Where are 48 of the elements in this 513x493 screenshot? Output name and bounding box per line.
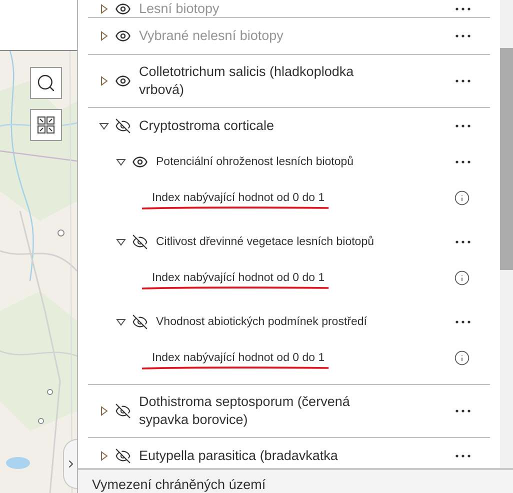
layer-title: Citlivost dřevinné vegetace lesních biotopů xyxy=(156,234,374,250)
more-options-icon[interactable] xyxy=(455,454,471,458)
caret-down-icon[interactable] xyxy=(116,237,126,247)
layer-title: Lesní biotopy xyxy=(139,0,220,18)
eye-off-icon[interactable] xyxy=(132,234,148,250)
caret-right-icon[interactable] xyxy=(99,451,109,461)
caret-right-icon[interactable] xyxy=(99,406,109,416)
info-icon[interactable] xyxy=(454,270,470,286)
more-options-icon[interactable] xyxy=(455,160,471,164)
caret-down-icon[interactable] xyxy=(99,121,109,131)
layer-title: Cryptostroma corticale xyxy=(139,117,274,135)
legend-label: Index nabývající hodnot od 0 do 1 xyxy=(152,352,325,364)
more-options-icon[interactable] xyxy=(455,7,471,11)
layer-title: Vhodnost abiotických podmínek prostředí xyxy=(156,315,367,330)
eye-icon[interactable] xyxy=(115,73,131,89)
layer-title: Colletotrichum salicis (hladkoplodka vrbová) xyxy=(139,63,355,99)
search-icon xyxy=(36,73,56,93)
layer-title: Vybrané nelesní biotopy xyxy=(139,27,284,45)
eye-off-icon[interactable] xyxy=(115,118,131,134)
more-options-icon[interactable] xyxy=(455,124,471,128)
more-options-icon[interactable] xyxy=(455,240,471,244)
layer-title: Potenciální ohroženost lesních biotopů xyxy=(156,154,354,170)
more-options-icon[interactable] xyxy=(455,79,471,83)
basemap-gallery-button[interactable] xyxy=(30,109,62,141)
more-options-icon[interactable] xyxy=(455,409,471,413)
caret-down-icon[interactable] xyxy=(116,157,126,167)
grid-icon xyxy=(37,116,55,134)
eye-off-icon[interactable] xyxy=(115,403,131,419)
caret-right-icon[interactable] xyxy=(99,31,109,41)
legend-label: Index nabývající hodnot od 0 do 1 xyxy=(152,192,325,204)
layer-title: Eutypella parasitica (bradavkatka xyxy=(139,447,338,465)
caret-right-icon[interactable] xyxy=(99,4,109,14)
legend-label: Index nabývající hodnot od 0 do 1 xyxy=(152,272,325,284)
eye-icon[interactable] xyxy=(115,1,131,17)
caret-down-icon[interactable] xyxy=(116,317,126,327)
caret-right-icon[interactable] xyxy=(99,76,109,86)
search-button[interactable] xyxy=(30,67,62,99)
eye-icon[interactable] xyxy=(115,28,131,44)
eye-off-icon[interactable] xyxy=(115,448,131,464)
more-options-icon[interactable] xyxy=(455,320,471,324)
scrollbar[interactable] xyxy=(500,0,513,468)
footer-title: Vymezení chráněných území xyxy=(92,477,266,492)
info-icon[interactable] xyxy=(454,190,470,206)
more-options-icon[interactable] xyxy=(455,34,471,38)
info-icon[interactable] xyxy=(454,350,470,366)
layer-title: Dothistroma septosporum (červená sypavka borovice) xyxy=(139,393,351,429)
eye-off-icon[interactable] xyxy=(132,314,148,330)
eye-icon[interactable] xyxy=(132,154,148,170)
